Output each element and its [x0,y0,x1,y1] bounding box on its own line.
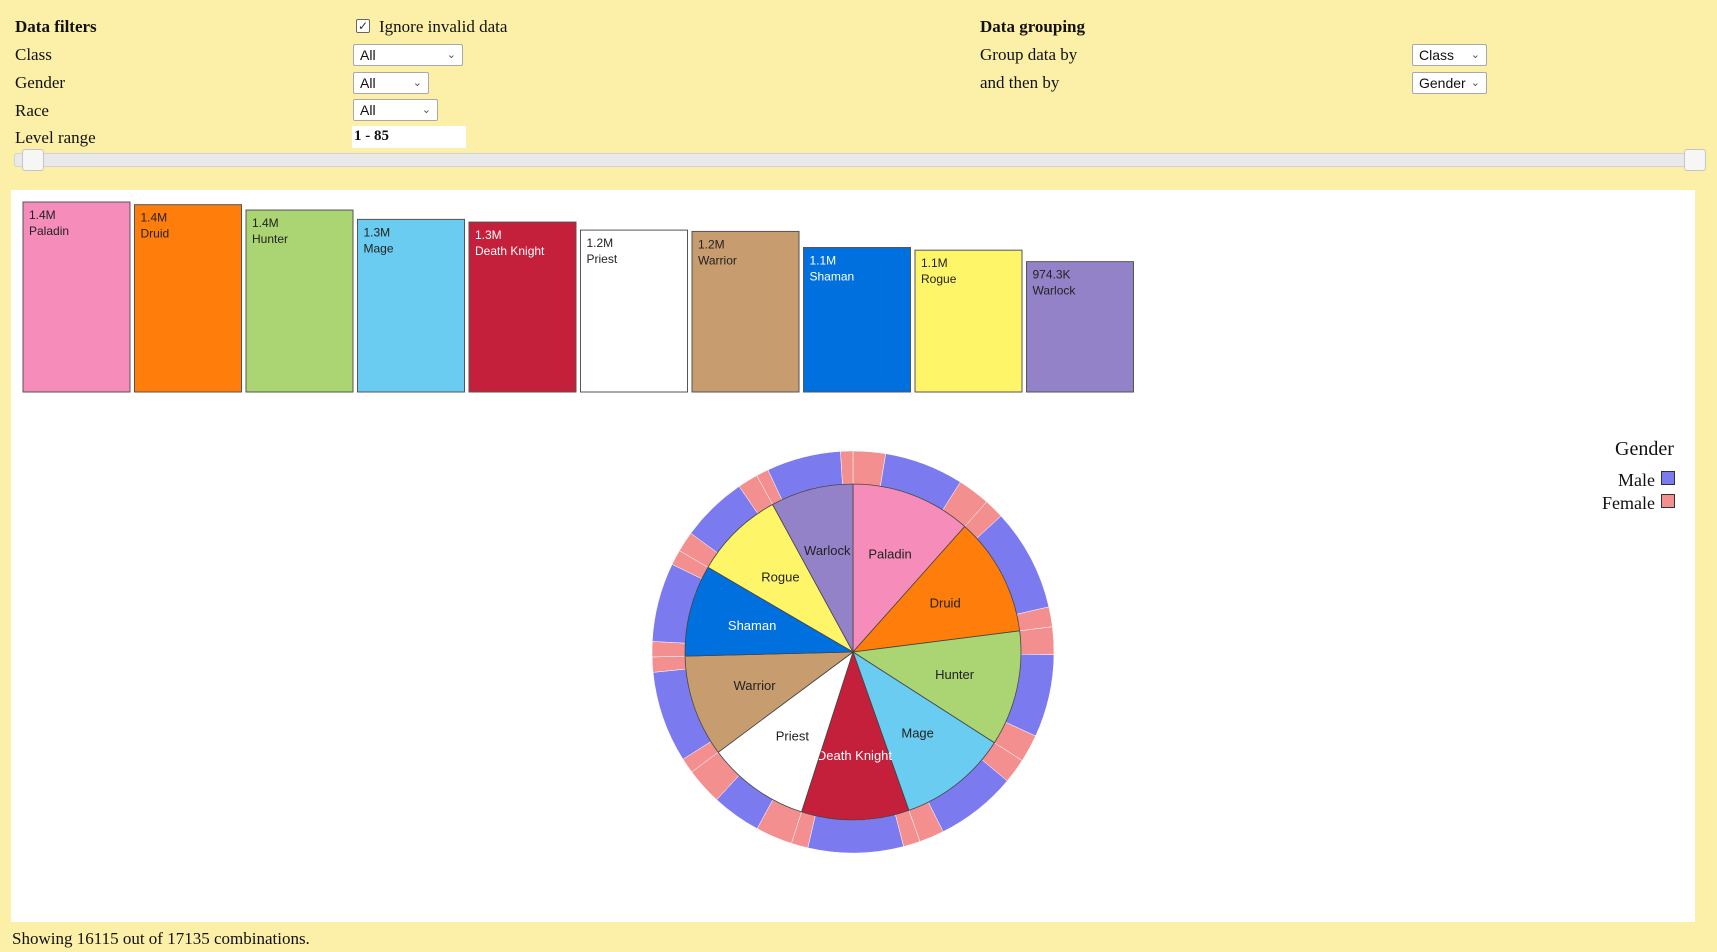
bar-value-label: 974.3K [1033,268,1071,282]
bar-value-label: 1.2M [587,236,614,250]
bar-category-label: Druid [141,227,170,241]
slice-label: Warlock [804,543,851,558]
legend-title: Gender [1615,438,1674,460]
bar-category-label: Warlock [1033,284,1077,298]
slice-label: Mage [901,726,934,741]
bar-value-label: 1.4M [252,216,279,230]
bar-category-label: Warrior [698,253,737,267]
class-bar-chart: 1.4M Paladin 1.4M Druid 1.4M Hunter 1.3M Mage 1.… [22,201,1134,393]
ring-paladin-female[interactable] [852,450,887,487]
bar-category-label: Priest [587,252,618,266]
slice-label: Hunter [935,667,975,682]
legend-label-male: Male [1618,470,1655,490]
bar-value-label: 1.3M [364,225,391,239]
slice-label: Paladin [868,547,911,562]
slice-label: Shaman [728,618,776,633]
slice-label: Rogue [761,569,799,584]
bar-value-label: 1.1M [921,256,948,270]
slice-label: Druid [930,595,961,610]
bar-value-label: 1.4M [141,211,168,225]
bar-category-label: Paladin [29,224,69,238]
bar-value-label: 1.3M [475,228,502,242]
bar-value-label: 1.4M [29,208,56,222]
legend-swatch-male [1661,471,1675,485]
class-gender-pie-chart: Paladin Druid Hunter Mage Death Knight Priest… [651,450,1055,854]
bar-value-label: 1.1M [810,253,837,267]
legend-swatch-female [1661,494,1675,508]
bar-category-label: Death Knight [475,244,545,258]
chart-canvas: 1.4M Paladin 1.4M Druid 1.4M Hunter 1.3M Mage 1.… [22,201,1134,854]
bar-category-label: Hunter [252,232,288,246]
legend-label-female: Female [1602,493,1655,513]
bar-category-label: Shaman [810,269,855,283]
slice-label: Warrior [733,678,776,693]
ring-hunter-female[interactable] [1019,626,1055,655]
ring-shaman-female[interactable] [651,641,686,658]
slice-label: Priest [776,729,810,744]
status-text: Showing 16115 out of 17135 combinations. [12,929,310,948]
bar-category-label: Rogue [921,272,957,286]
bar-value-label: 1.2M [698,237,725,251]
slice-label: Death Knight [817,748,893,763]
ring-warlock-female[interactable] [840,450,854,485]
bar-category-label: Mage [364,241,394,255]
